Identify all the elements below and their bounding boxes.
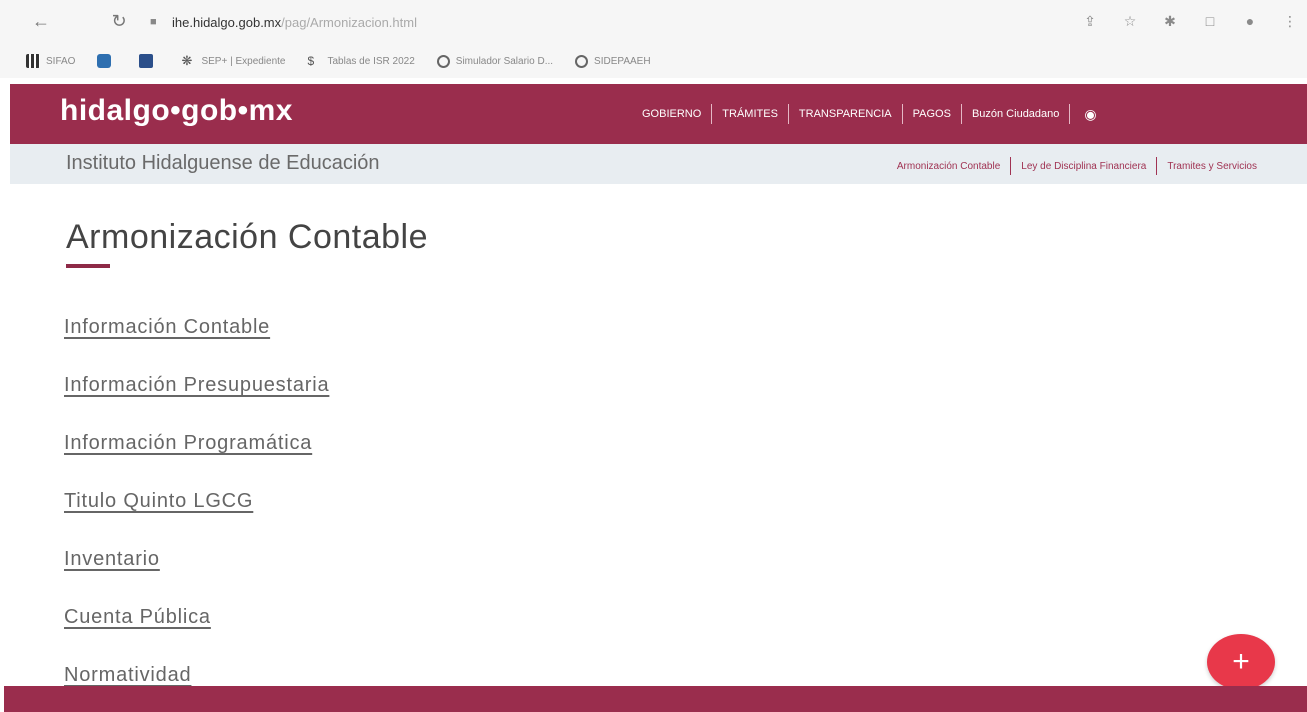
bookmark-sep-expediente[interactable]: ❋ SEP+ | Expediente bbox=[181, 54, 285, 68]
accessibility-eye-icon[interactable]: ◉ bbox=[1070, 106, 1110, 123]
footer-band bbox=[4, 686, 1307, 712]
subnav-armonizacion-contable[interactable]: Armonización Contable bbox=[887, 161, 1010, 172]
page-title: Armonización Contable bbox=[66, 218, 429, 256]
address-bar[interactable]: ■ ihe.hidalgo.gob.mx /pag/Armonizacion.h… bbox=[150, 10, 1030, 34]
dollar-icon: $ bbox=[307, 54, 315, 68]
lock-icon: ■ bbox=[150, 16, 157, 28]
bookmark-simulador[interactable]: Simulador Salario D... bbox=[436, 54, 553, 68]
link-titulo-quinto-lgcg[interactable]: Titulo Quinto LGCG bbox=[64, 486, 329, 544]
title-underline bbox=[66, 264, 110, 268]
grid-icon bbox=[26, 54, 40, 68]
address-row: ← ↻ ■ ihe.hidalgo.gob.mx /pag/Armonizaci… bbox=[0, 0, 1307, 44]
main-nav: GOBIERNO TRÁMITES TRANSPARENCIA PAGOS Bu… bbox=[632, 104, 1111, 124]
browser-chrome: ← ↻ ■ ihe.hidalgo.gob.mx /pag/Armonizaci… bbox=[0, 0, 1307, 78]
link-informacion-programatica[interactable]: Información Programática bbox=[64, 428, 329, 486]
bookmarks-bar: SIFAO ❋ SEP+ | Expediente $ Tablas de IS… bbox=[0, 44, 1307, 78]
star-icon: ❋ bbox=[181, 53, 193, 68]
sheet-icon bbox=[139, 54, 154, 68]
nav-tramites[interactable]: TRÁMITES bbox=[712, 108, 788, 120]
share-icon[interactable]: ⇪ bbox=[1081, 12, 1099, 30]
url-path: /pag/Armonizacion.html bbox=[281, 14, 417, 30]
link-informacion-presupuestaria[interactable]: Información Presupuestaria bbox=[64, 370, 329, 428]
browser-toolbar-icons: ⇪ ☆ ✱ □ ● ⋮ bbox=[1081, 12, 1299, 30]
side-panel-icon[interactable]: □ bbox=[1201, 12, 1219, 30]
extensions-icon[interactable]: ✱ bbox=[1161, 12, 1179, 30]
globe-icon bbox=[436, 54, 450, 68]
globe-icon bbox=[575, 54, 589, 68]
sub-nav: Armonización Contable Ley de Disciplina … bbox=[887, 157, 1267, 175]
menu-kebab-icon[interactable]: ⋮ bbox=[1281, 12, 1299, 30]
reload-icon[interactable]: ↻ bbox=[108, 10, 130, 32]
nav-buzon-ciudadano[interactable]: Buzón Ciudadano bbox=[962, 108, 1069, 120]
subnav-ley-disciplina[interactable]: Ley de Disciplina Financiera bbox=[1011, 161, 1156, 172]
app-icon bbox=[97, 54, 112, 68]
site-logo[interactable]: hidalgo•gob•mx bbox=[60, 94, 293, 128]
back-arrow-icon[interactable]: ← bbox=[30, 10, 52, 32]
nav-transparencia[interactable]: TRANSPARENCIA bbox=[789, 108, 902, 120]
institute-name[interactable]: Instituto Hidalguense de Educación bbox=[66, 152, 380, 175]
link-cuenta-publica[interactable]: Cuenta Pública bbox=[64, 602, 329, 660]
bookmark-app[interactable] bbox=[97, 54, 117, 68]
link-informacion-contable[interactable]: Información Contable bbox=[64, 312, 329, 370]
site-header: hidalgo•gob•mx GOBIERNO TRÁMITES TRANSPA… bbox=[10, 84, 1307, 144]
floating-add-button[interactable]: + bbox=[1207, 634, 1275, 690]
link-inventario[interactable]: Inventario bbox=[64, 544, 329, 602]
nav-pagos[interactable]: PAGOS bbox=[903, 108, 961, 120]
bookmark-sidepaaeh[interactable]: SIDEPAAEH bbox=[575, 54, 651, 68]
bookmark-tablas-isr[interactable]: $ Tablas de ISR 2022 bbox=[308, 54, 415, 68]
bookmark-star-icon[interactable]: ☆ bbox=[1121, 12, 1139, 30]
bookmark-sheet[interactable] bbox=[139, 54, 159, 68]
sub-header: Instituto Hidalguense de Educación Armon… bbox=[10, 144, 1307, 184]
profile-icon[interactable]: ● bbox=[1241, 12, 1259, 30]
nav-gobierno[interactable]: GOBIERNO bbox=[632, 108, 711, 120]
section-links: Información Contable Información Presupu… bbox=[64, 312, 329, 712]
bookmark-sifao[interactable]: SIFAO bbox=[26, 54, 75, 68]
subnav-tramites-servicios[interactable]: Tramites y Servicios bbox=[1157, 161, 1267, 172]
url-host: ihe.hidalgo.gob.mx bbox=[172, 14, 282, 30]
